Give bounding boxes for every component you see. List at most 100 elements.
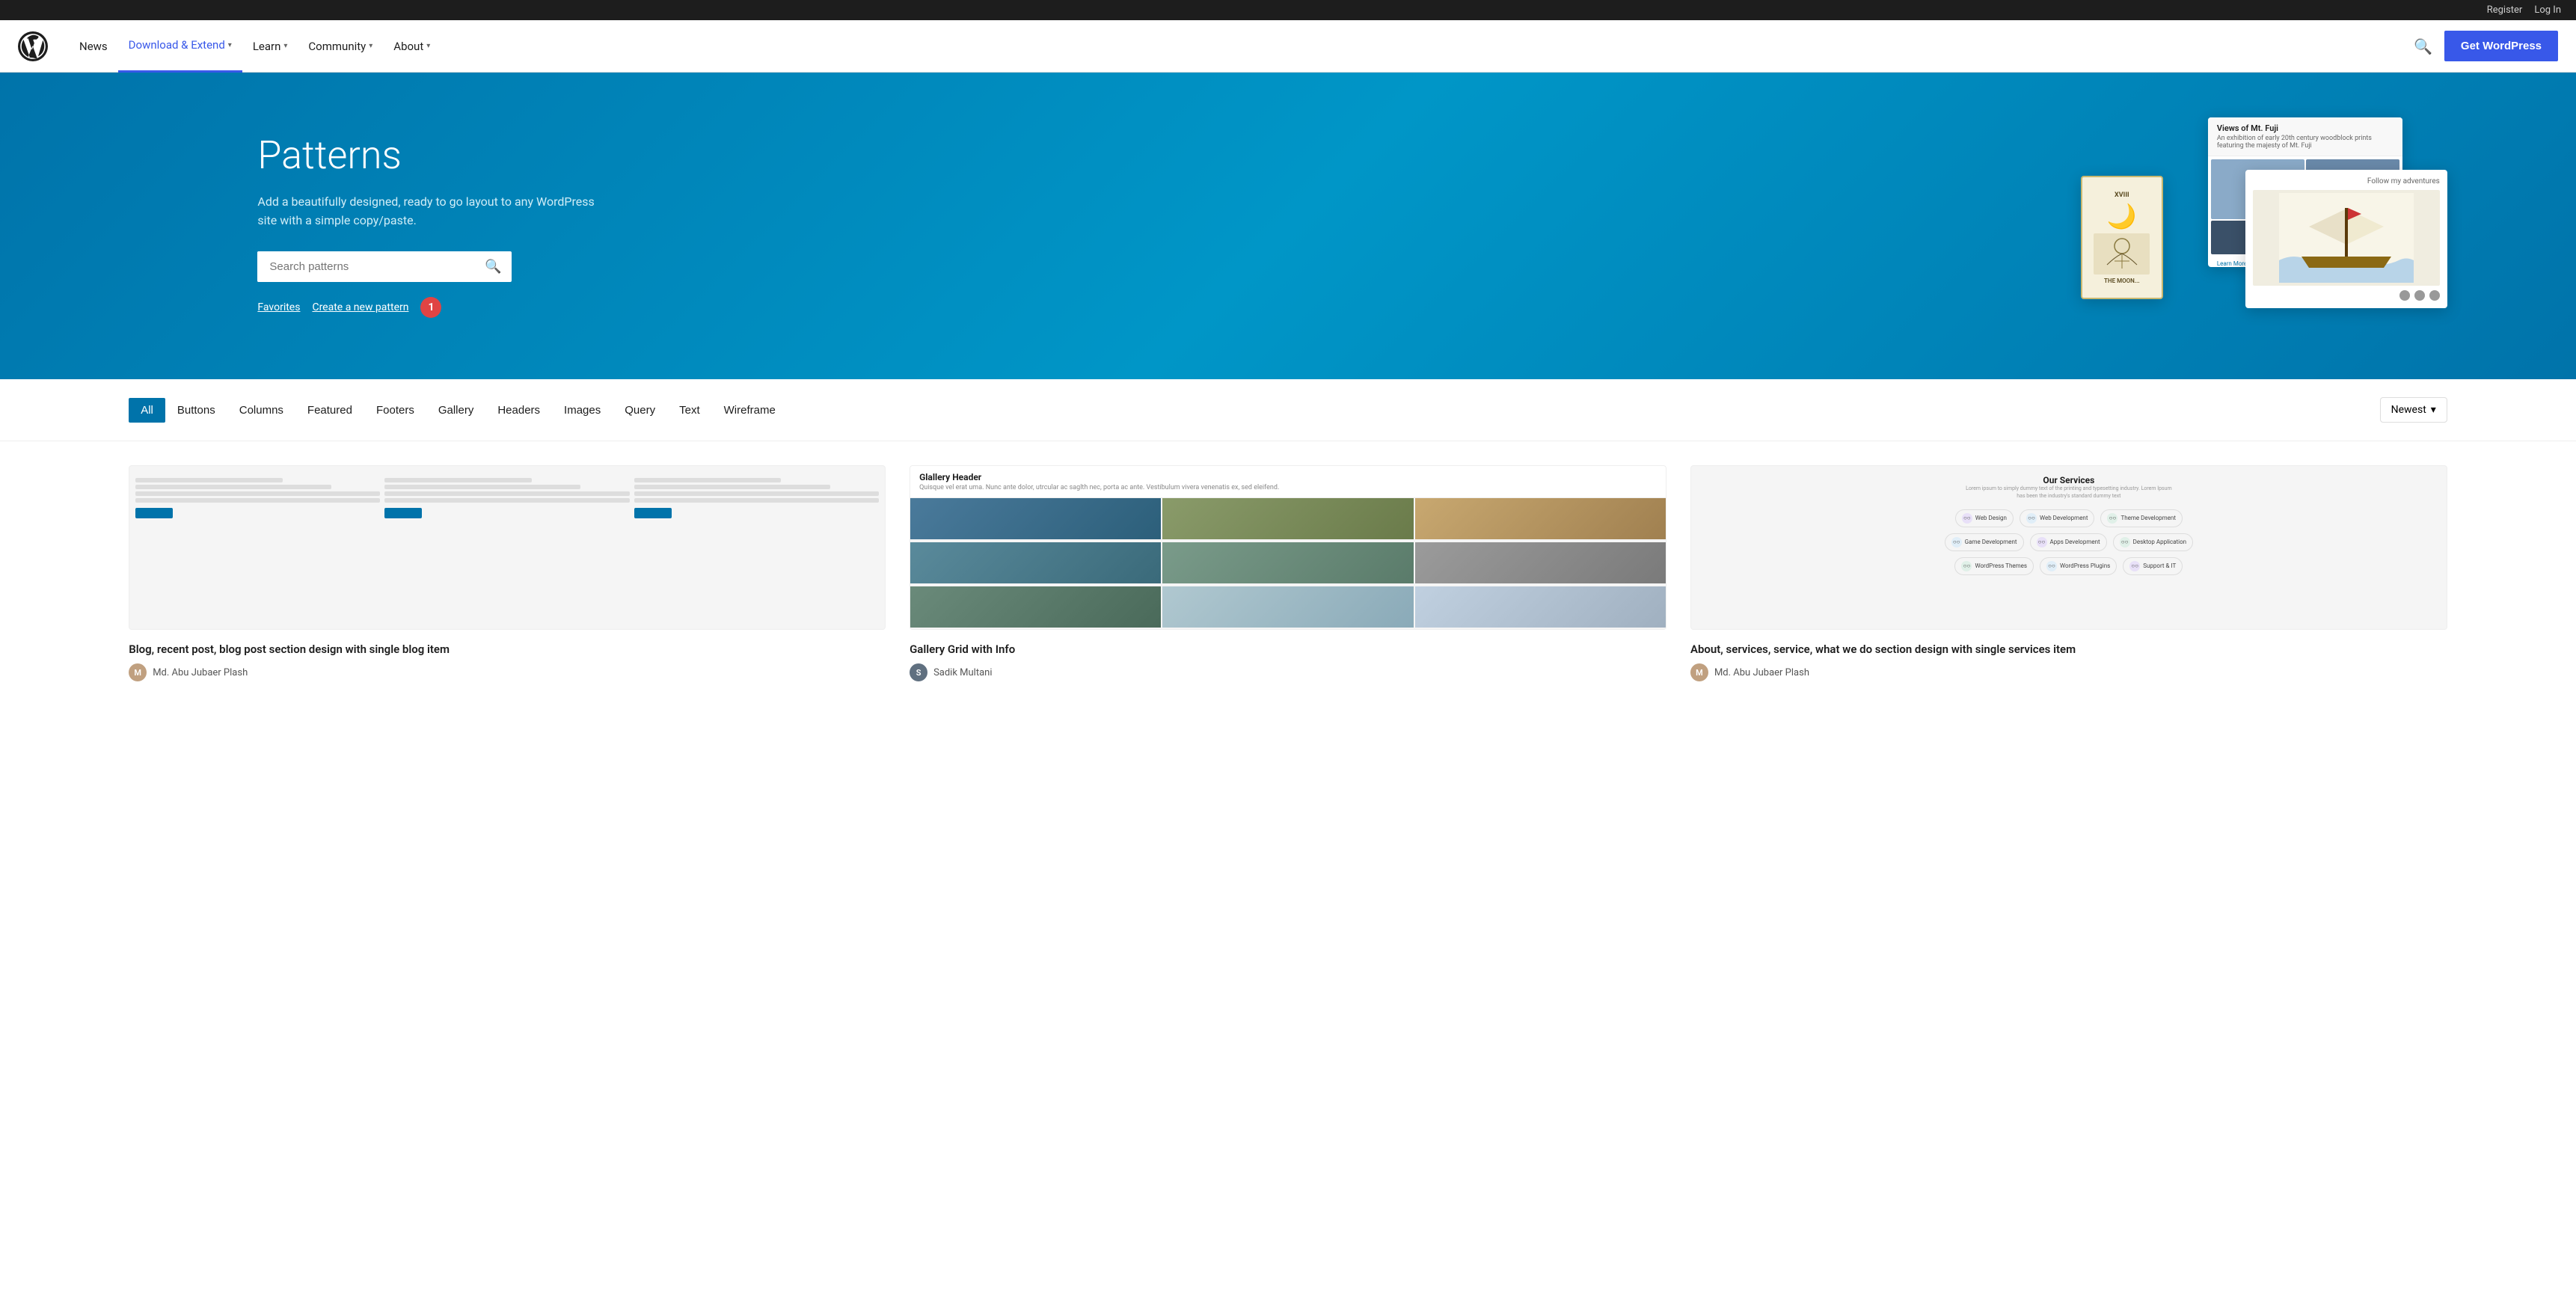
nav-right: 🔍 Get WordPress (2414, 31, 2558, 61)
chip-web-dev: ○○ Web Development (2020, 509, 2095, 527)
chip-icon-game-dev: ○○ (1951, 537, 1962, 548)
gal-img-8 (1162, 586, 1413, 628)
hero-content: Patterns Add a beautifully designed, rea… (257, 134, 616, 317)
sort-label: Newest (2391, 404, 2426, 416)
chip-icon-wp-themes: ○○ (1961, 561, 1972, 571)
login-link[interactable]: Log In (2534, 4, 2561, 16)
filter-tab-columns[interactable]: Columns (227, 398, 295, 423)
hero-images: Views of Mt. Fuji An exhibition of early… (2073, 117, 2447, 334)
services-subtitle: Lorem ipsum to simply dummy text of the … (1964, 485, 2174, 500)
author-avatar-gallery: S (910, 663, 927, 681)
favorites-link[interactable]: Favorites (257, 301, 300, 313)
learn-chevron-icon: ▾ (283, 42, 287, 50)
tarot-illustration (2094, 233, 2150, 275)
author-avatar-services: M (1690, 663, 1708, 681)
filter-tabs: All Buttons Columns Featured Footers Gal… (129, 398, 2379, 423)
nav-news[interactable]: News (69, 20, 118, 73)
filter-tab-query[interactable]: Query (613, 398, 667, 423)
filter-tab-footers[interactable]: Footers (364, 398, 426, 423)
gal-img-1 (910, 498, 1161, 539)
filter-tab-headers[interactable]: Headers (485, 398, 552, 423)
chip-icon-support-it: ○○ (2129, 561, 2140, 571)
ship-illustration (2253, 190, 2440, 286)
nav-links: News Download & Extend ▾ Learn ▾ Communi… (69, 20, 2414, 73)
card-fuji-subtitle: An exhibition of early 20th century wood… (2217, 135, 2393, 150)
nav-community[interactable]: Community ▾ (298, 20, 383, 73)
hero-links: Favorites Create a new pattern 1 (257, 297, 616, 318)
wordpress-logo[interactable] (18, 31, 48, 61)
chip-support-it: ○○ Support & IT (2123, 557, 2183, 575)
pattern-preview-services: Our Services Lorem ipsum to simply dummy… (1690, 465, 2447, 630)
card-adventures-title: Follow my adventures (2367, 177, 2440, 185)
search-bar: 🔍 (257, 251, 512, 282)
card-fuji-title: Views of Mt. Fuji (2217, 123, 2393, 133)
search-input[interactable] (257, 251, 474, 282)
pattern-title-blog: Blog, recent post, blog post section des… (129, 642, 886, 657)
chip-game-dev: ○○ Game Development (1945, 533, 2024, 551)
sort-dropdown[interactable]: Newest ▾ (2380, 397, 2447, 423)
about-chevron-icon: ▾ (426, 42, 430, 50)
gallery-header-sub: Quisque vel erat uma. Nunc ante dolor, u… (919, 484, 1657, 491)
get-wordpress-button[interactable]: Get WordPress (2444, 31, 2558, 61)
pattern-title-services: About, services, service, what we do sec… (1690, 642, 2447, 657)
chip-apps-dev: ○○ Apps Development (2030, 533, 2107, 551)
pattern-author-services: M Md. Abu Jubaer Plash (1690, 663, 2447, 681)
main-nav: News Download & Extend ▾ Learn ▾ Communi… (0, 20, 2576, 73)
top-bar: Register Log In (0, 0, 2576, 20)
chip-icon-web-design: ○○ (1962, 513, 1972, 524)
search-icon[interactable]: 🔍 (2414, 37, 2432, 55)
chip-desktop-app: ○○ Desktop Application (2113, 533, 2193, 551)
hero-title: Patterns (257, 134, 616, 177)
gal-img-3 (1415, 498, 1666, 539)
nav-learn[interactable]: Learn ▾ (242, 20, 298, 73)
author-name-blog: Md. Abu Jubaer Plash (153, 667, 248, 678)
gal-img-6 (1415, 542, 1666, 583)
author-name-gallery: Sadik Multani (933, 667, 992, 678)
card-social-icons (2399, 290, 2440, 301)
pattern-card-gallery[interactable]: Glallery Header Quisque vel erat uma. Nu… (910, 465, 1666, 681)
pattern-author-gallery: S Sadik Multani (910, 663, 1666, 681)
filter-tab-images[interactable]: Images (552, 398, 613, 423)
hero-card-ship: Follow my adventures (2245, 170, 2447, 308)
patterns-grid: Blog, recent post, blog post section des… (0, 441, 2576, 705)
notification-badge: 1 (420, 297, 441, 318)
filter-tab-gallery[interactable]: Gallery (426, 398, 486, 423)
chip-icon-web-dev: ○○ (2026, 513, 2037, 524)
pattern-preview-blog (129, 465, 886, 630)
tarot-number: XVIII (2115, 191, 2129, 199)
community-chevron-icon: ▾ (369, 42, 372, 50)
sort-chevron-icon: ▾ (2431, 404, 2436, 416)
gal-img-5 (1162, 542, 1413, 583)
filter-tab-text[interactable]: Text (667, 398, 712, 423)
search-button[interactable]: 🔍 (474, 251, 512, 282)
chip-icon-wp-plugins: ○○ (2046, 561, 2057, 571)
nav-about[interactable]: About ▾ (383, 20, 441, 73)
tarot-label: THE MOON... (2104, 277, 2140, 284)
gal-img-4 (910, 542, 1161, 583)
hero-section: Patterns Add a beautifully designed, rea… (0, 73, 2576, 379)
nav-download[interactable]: Download & Extend ▾ (118, 20, 242, 73)
chip-wp-themes: ○○ WordPress Themes (1954, 557, 2034, 575)
pattern-title-gallery: Gallery Grid with Info (910, 642, 1666, 657)
gal-img-2 (1162, 498, 1413, 539)
filter-bar: All Buttons Columns Featured Footers Gal… (0, 379, 2576, 441)
chip-icon-apps-dev: ○○ (2037, 537, 2047, 548)
pattern-author-blog: M Md. Abu Jubaer Plash (129, 663, 886, 681)
tarot-icon: 🌙 (2107, 202, 2137, 230)
filter-tab-featured[interactable]: Featured (295, 398, 364, 423)
gallery-header-title: Glallery Header (919, 472, 1657, 482)
register-link[interactable]: Register (2487, 4, 2523, 16)
pattern-card-blog[interactable]: Blog, recent post, blog post section des… (129, 465, 886, 681)
pattern-card-services[interactable]: Our Services Lorem ipsum to simply dummy… (1690, 465, 2447, 681)
filter-tab-all[interactable]: All (129, 398, 165, 423)
download-chevron-icon: ▾ (228, 41, 232, 49)
gal-img-7 (910, 586, 1161, 628)
hero-description: Add a beautifully designed, ready to go … (257, 192, 616, 230)
create-pattern-link[interactable]: Create a new pattern (312, 301, 408, 313)
gal-img-9 (1415, 586, 1666, 628)
chip-icon-theme-dev: ○○ (2107, 513, 2117, 524)
filter-tab-buttons[interactable]: Buttons (165, 398, 227, 423)
pattern-preview-gallery: Glallery Header Quisque vel erat uma. Nu… (910, 465, 1666, 630)
filter-tab-wireframe[interactable]: Wireframe (712, 398, 788, 423)
hero-card-tarot: XVIII 🌙 THE MOON... (2081, 176, 2163, 299)
